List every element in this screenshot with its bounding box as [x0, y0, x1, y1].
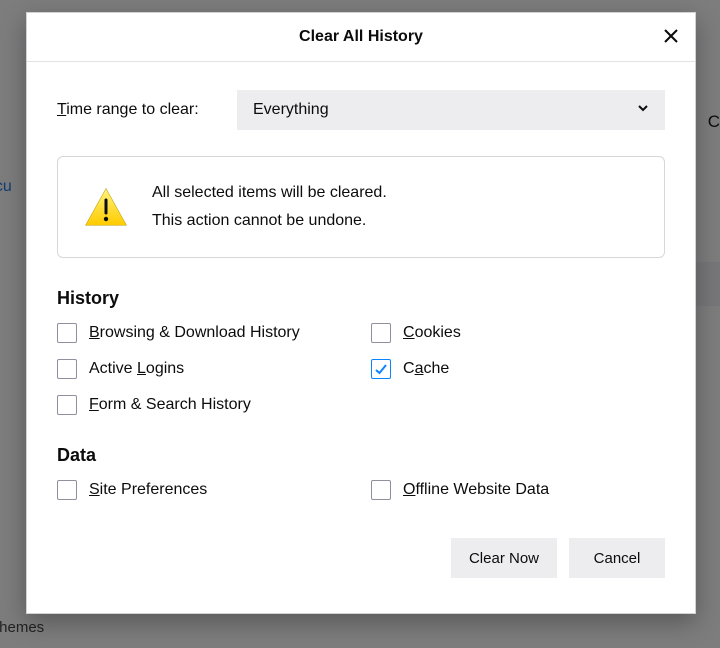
checkbox-cookies[interactable]: Cookies	[371, 323, 665, 343]
warning-icon	[84, 185, 128, 229]
close-icon	[664, 29, 678, 46]
clear-now-button[interactable]: Clear Now	[451, 538, 557, 578]
checkbox-box	[371, 359, 391, 379]
checkbox-site-preferences[interactable]: Site Preferences	[57, 480, 351, 500]
checkbox-label: Site Preferences	[89, 481, 207, 499]
bg-peek-letter: C	[708, 112, 720, 132]
checkbox-offline-website-data[interactable]: Offline Website Data	[371, 480, 665, 500]
checkbox-box	[57, 323, 77, 343]
checkbox-box	[57, 395, 77, 415]
time-range-select[interactable]: Everything	[237, 90, 665, 130]
cancel-button[interactable]: Cancel	[569, 538, 665, 578]
dialog-title: Clear All History	[299, 28, 423, 46]
warning-box: All selected items will be cleared. This…	[57, 156, 665, 258]
checkbox-cache[interactable]: Cache	[371, 359, 665, 379]
app-backdrop: ecu Themes C Clear All History Time rang…	[0, 0, 720, 648]
checkbox-box	[57, 359, 77, 379]
section-data-title: Data	[57, 445, 665, 466]
dialog-content: Time range to clear: Everything	[27, 62, 695, 613]
history-checkbox-grid: Browsing & Download History Cookies Acti…	[57, 323, 665, 415]
checkbox-browsing-download-history[interactable]: Browsing & Download History	[57, 323, 351, 343]
time-range-row: Time range to clear: Everything	[57, 90, 665, 130]
checkbox-label: Browsing & Download History	[89, 324, 300, 342]
checkbox-label: Offline Website Data	[403, 481, 549, 499]
warning-line1: All selected items will be cleared.	[152, 179, 387, 207]
warning-text: All selected items will be cleared. This…	[152, 179, 387, 235]
checkbox-label: Form & Search History	[89, 396, 251, 414]
checkbox-form-search-history[interactable]: Form & Search History	[57, 395, 351, 415]
data-checkbox-grid: Site Preferences Offline Website Data	[57, 480, 665, 500]
checkbox-label: Active Logins	[89, 360, 184, 378]
checkbox-active-logins[interactable]: Active Logins	[57, 359, 351, 379]
checkbox-box	[371, 480, 391, 500]
checkbox-label: Cookies	[403, 324, 461, 342]
checkbox-box	[371, 323, 391, 343]
checkbox-box	[57, 480, 77, 500]
checkbox-label: Cache	[403, 360, 449, 378]
time-range-value: Everything	[253, 101, 329, 119]
section-history-title: History	[57, 288, 665, 309]
dialog-footer: Clear Now Cancel	[57, 538, 665, 578]
dialog-header: Clear All History	[27, 13, 695, 62]
chevron-down-icon	[637, 101, 649, 119]
time-range-label: Time range to clear:	[57, 101, 237, 119]
close-button[interactable]	[659, 25, 683, 49]
clear-history-dialog: Clear All History Time range to clear: E…	[26, 12, 696, 614]
warning-line2: This action cannot be undone.	[152, 207, 387, 235]
